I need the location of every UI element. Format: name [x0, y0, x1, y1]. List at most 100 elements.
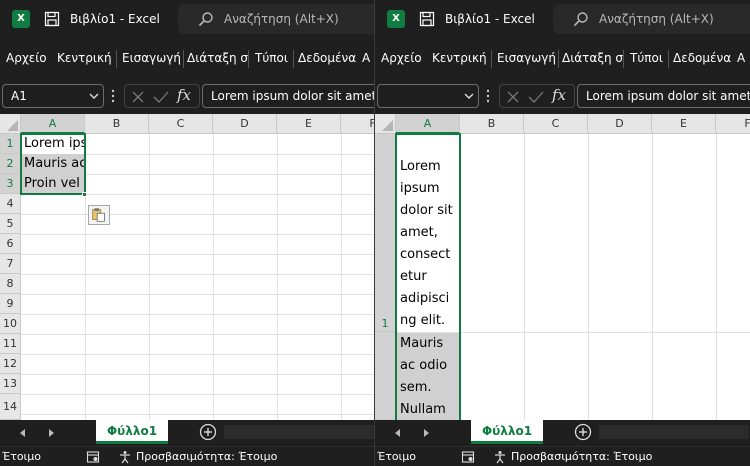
- save-icon[interactable]: [44, 11, 60, 27]
- next-sheet-icon[interactable]: [421, 427, 431, 439]
- accessibility-status[interactable]: Προσβασιμότητα: Έτοιμο: [136, 450, 277, 463]
- column-header-a[interactable]: A: [21, 114, 85, 134]
- cancel-icon[interactable]: [131, 90, 145, 104]
- tab-insert[interactable]: Εισαγωγή: [497, 51, 556, 65]
- cell-a1-line: ng elit.: [400, 313, 446, 328]
- save-icon[interactable]: [419, 11, 435, 27]
- row-header-7[interactable]: 7: [0, 254, 21, 274]
- macro-recording-icon[interactable]: [461, 450, 475, 464]
- gridline: [85, 134, 86, 420]
- row-header-14[interactable]: 14: [0, 394, 21, 420]
- name-box[interactable]: A1: [2, 84, 104, 108]
- tab-home[interactable]: Κεντρική: [57, 51, 112, 65]
- row-header-9[interactable]: 9: [0, 294, 21, 314]
- tab-insert[interactable]: Εισαγωγή: [122, 51, 181, 65]
- row-header-4[interactable]: 4: [0, 194, 21, 214]
- select-all-button[interactable]: [0, 114, 21, 134]
- column-header-d[interactable]: D: [213, 114, 277, 134]
- cell-a3[interactable]: Proin vel: [21, 174, 85, 194]
- gridline: [21, 314, 374, 315]
- gridline: [21, 354, 374, 355]
- checkmark-icon[interactable]: [528, 90, 544, 104]
- gridline: [460, 134, 461, 420]
- column-header-e[interactable]: E: [277, 114, 341, 134]
- horizontal-scrollbar[interactable]: [224, 425, 374, 439]
- column-header-b[interactable]: B: [85, 114, 149, 134]
- tab-data[interactable]: Δεδομένα: [673, 51, 731, 65]
- prev-sheet-icon[interactable]: [393, 427, 403, 439]
- row-header-1[interactable]: 1: [375, 134, 396, 332]
- gridline: [21, 374, 374, 375]
- cell-a2[interactable]: Mauris ac odio sem. Nullam: [396, 333, 460, 420]
- cell-a1[interactable]: Lorem ipsum dolor sit amet, consect etur…: [396, 134, 460, 332]
- sheet-tab-sheet1[interactable]: Φύλλο1: [471, 420, 543, 444]
- worksheet-grid[interactable]: A B C D E F 1 2 3 4 5 6 7 8 9 10 11: [0, 114, 374, 420]
- row-header-3[interactable]: 3: [0, 174, 21, 194]
- column-header-f[interactable]: F: [341, 114, 374, 134]
- insert-function-icon[interactable]: fx: [177, 86, 191, 104]
- row-header-5[interactable]: 5: [0, 214, 21, 234]
- column-header-e[interactable]: E: [652, 114, 716, 134]
- accessibility-icon[interactable]: [493, 450, 507, 464]
- accessibility-icon[interactable]: [118, 450, 132, 464]
- formula-input[interactable]: Lorem ipsum dolor sit amet, consectetur …: [577, 84, 750, 108]
- tab-file[interactable]: Αρχείο: [6, 51, 47, 65]
- search-box[interactable]: Αναζήτηση (Alt+X): [553, 4, 750, 34]
- tab-overflow[interactable]: Α: [737, 51, 745, 65]
- row-header-8[interactable]: 8: [0, 274, 21, 294]
- row-header-2[interactable]: [375, 332, 396, 420]
- macro-recording-icon[interactable]: [86, 450, 100, 464]
- name-box[interactable]: [377, 84, 479, 108]
- prev-sheet-icon[interactable]: [18, 427, 28, 439]
- status-bar: Έτοιμο Προσβασιμότητα: Έτοιμο: [0, 446, 374, 466]
- cell-a1[interactable]: Lorem ipsum dolor sit amet, consectetur …: [21, 134, 85, 154]
- cell-a2-line: ac odio: [400, 358, 448, 373]
- sheet-tab-sheet1[interactable]: Φύλλο1: [96, 420, 168, 444]
- row-header-1[interactable]: 1: [0, 134, 21, 154]
- tab-overflow[interactable]: Α: [362, 51, 370, 65]
- tab-formulas[interactable]: Τύποι: [630, 51, 663, 65]
- row-header-10[interactable]: 10: [0, 314, 21, 334]
- column-header-a[interactable]: A: [396, 114, 460, 134]
- row-header-6[interactable]: 6: [0, 234, 21, 254]
- column-header-b[interactable]: B: [460, 114, 524, 134]
- cancel-icon[interactable]: [506, 90, 520, 104]
- more-options-icon[interactable]: [110, 87, 116, 105]
- tab-page-layout[interactable]: Διάταξη σ: [562, 51, 623, 65]
- row-header-12[interactable]: 12: [0, 354, 21, 374]
- next-sheet-icon[interactable]: [46, 427, 56, 439]
- tab-formulas[interactable]: Τύποι: [255, 51, 288, 65]
- horizontal-scrollbar[interactable]: [599, 425, 749, 439]
- column-header-f[interactable]: F: [716, 114, 750, 134]
- add-sheet-icon[interactable]: [199, 423, 217, 441]
- formula-input[interactable]: Lorem ipsum dolor sit amet, consectetur …: [202, 84, 374, 108]
- search-box[interactable]: Αναζήτηση (Alt+X): [178, 4, 374, 34]
- add-sheet-icon[interactable]: [574, 423, 592, 441]
- checkmark-icon[interactable]: [153, 90, 169, 104]
- worksheet-grid[interactable]: A B C D E F 1 Lorem ipsum dolor sit amet…: [375, 114, 750, 420]
- ribbon-tabs: Αρχείο Κεντρική Εισαγωγή Διάταξη σ Τύποι…: [375, 40, 750, 78]
- chevron-down-icon[interactable]: [89, 91, 99, 101]
- tab-file[interactable]: Αρχείο: [381, 51, 422, 65]
- tab-data[interactable]: Δεδομένα: [298, 51, 356, 65]
- accessibility-status[interactable]: Προσβασιμότητα: Έτοιμο: [511, 450, 652, 463]
- select-all-button[interactable]: [375, 114, 396, 134]
- column-header-d[interactable]: D: [588, 114, 652, 134]
- excel-window-left: X Βιβλίο1 - Excel Αναζήτηση (Alt+X) Αρχε…: [0, 0, 375, 466]
- fill-handle[interactable]: [82, 192, 87, 197]
- paste-options-icon[interactable]: [88, 205, 110, 225]
- row-header-2[interactable]: 2: [0, 154, 21, 174]
- excel-logo-icon: X: [12, 10, 30, 28]
- row-header-13[interactable]: 13: [0, 374, 21, 394]
- cell-a2[interactable]: Mauris ac odio sem.: [21, 154, 85, 174]
- tab-page-layout[interactable]: Διάταξη σ: [187, 51, 248, 65]
- more-options-icon[interactable]: [485, 87, 491, 105]
- chevron-down-icon[interactable]: [464, 91, 474, 101]
- tab-home[interactable]: Κεντρική: [432, 51, 487, 65]
- column-header-c[interactable]: C: [524, 114, 588, 134]
- cell-a1-line: Lorem: [400, 159, 441, 174]
- row-header-11[interactable]: 11: [0, 334, 21, 354]
- gridline: [21, 214, 374, 215]
- insert-function-icon[interactable]: fx: [552, 86, 566, 104]
- column-header-c[interactable]: C: [149, 114, 213, 134]
